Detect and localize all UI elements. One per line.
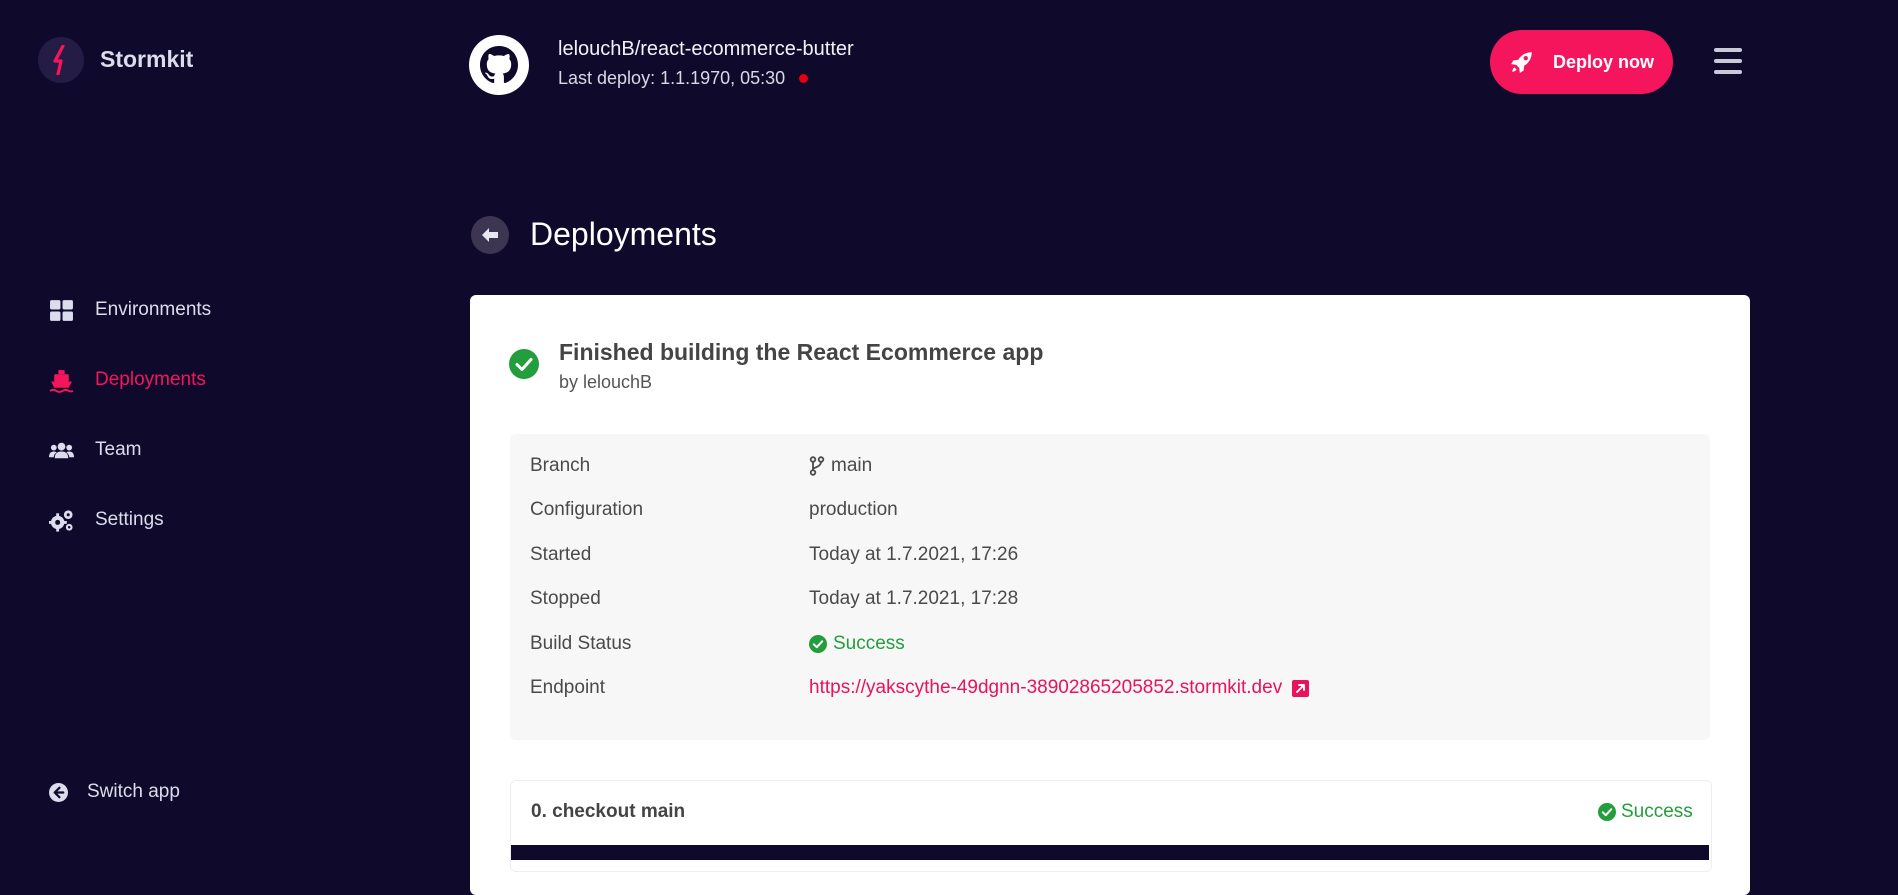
detail-label-branch: Branch — [530, 455, 591, 476]
sidebar-item-environments[interactable]: Environments — [49, 295, 211, 325]
endpoint-link[interactable]: https://yakscythe-49dgnn-38902865205852.… — [809, 677, 1282, 699]
detail-label-endpoint: Endpoint — [530, 677, 606, 698]
lightning-icon — [53, 45, 65, 75]
check-circle-icon — [1598, 803, 1616, 821]
deployment-title: Finished building the React Ecommerce ap… — [559, 339, 1044, 365]
repo-name: lelouchB/react-ecommerce-butter — [558, 38, 854, 60]
rocket-icon — [1511, 52, 1532, 73]
detail-value-branch: main — [809, 455, 872, 477]
back-button[interactable] — [471, 216, 509, 254]
arrow-left-circle-icon — [49, 782, 68, 802]
step-log-output — [511, 845, 1709, 860]
step-status: Success — [1598, 801, 1693, 823]
status-dot — [799, 74, 809, 83]
deployment-author: by lelouchB — [559, 372, 653, 392]
switch-app-button[interactable]: Switch app — [49, 781, 180, 803]
detail-label-configuration: Configuration — [530, 499, 644, 520]
page-title: Deployments — [530, 216, 717, 252]
build-status-text: Success — [833, 633, 905, 654]
grid-icon — [50, 299, 73, 321]
gears-icon — [49, 509, 73, 532]
menu-icon[interactable] — [1714, 48, 1742, 74]
sidebar-item-label: Settings — [95, 509, 164, 530]
git-branch-icon — [809, 456, 825, 476]
sidebar-item-settings[interactable]: Settings — [49, 505, 164, 535]
external-link-icon[interactable] — [1292, 679, 1310, 697]
sidebar-item-deployments[interactable]: Deployments — [49, 365, 206, 395]
deploy-now-label: Deploy now — [1552, 51, 1654, 72]
deploy-now-button[interactable]: Deploy now — [1490, 30, 1673, 94]
detail-value-build-status: Success — [809, 633, 905, 655]
last-deploy-info: Last deploy: 1.1.1970, 05:30 — [558, 68, 809, 89]
brand-name: Stormkit — [100, 46, 194, 72]
sidebar-item-label: Team — [95, 439, 142, 460]
users-icon — [49, 442, 74, 458]
ship-icon — [49, 369, 74, 393]
detail-label-stopped: Stopped — [530, 588, 601, 609]
detail-value-configuration: production — [809, 499, 898, 520]
detail-value-endpoint: https://yakscythe-49dgnn-38902865205852.… — [809, 677, 1310, 699]
arrow-left-icon — [482, 228, 498, 242]
step-label: 0. checkout main — [531, 801, 686, 822]
last-deploy-text: Last deploy: 1.1.1970, 05:30 — [558, 68, 786, 88]
check-circle-icon — [509, 349, 539, 379]
detail-label-started: Started — [530, 544, 592, 565]
stormkit-logo[interactable] — [38, 37, 84, 83]
sidebar-item-label: Environments — [95, 299, 212, 320]
sidebar-item-team[interactable]: Team — [49, 435, 141, 465]
sidebar-item-label: Deployments — [95, 369, 206, 390]
detail-value-stopped: Today at 1.7.2021, 17:28 — [809, 588, 1019, 609]
check-circle-icon — [809, 635, 827, 653]
github-icon — [469, 35, 529, 95]
detail-value-started: Today at 1.7.2021, 17:26 — [809, 544, 1019, 565]
detail-label-build-status: Build Status — [530, 633, 632, 654]
step-status-text: Success — [1621, 801, 1693, 822]
branch-name: main — [831, 455, 873, 476]
switch-app-label: Switch app — [87, 781, 180, 802]
